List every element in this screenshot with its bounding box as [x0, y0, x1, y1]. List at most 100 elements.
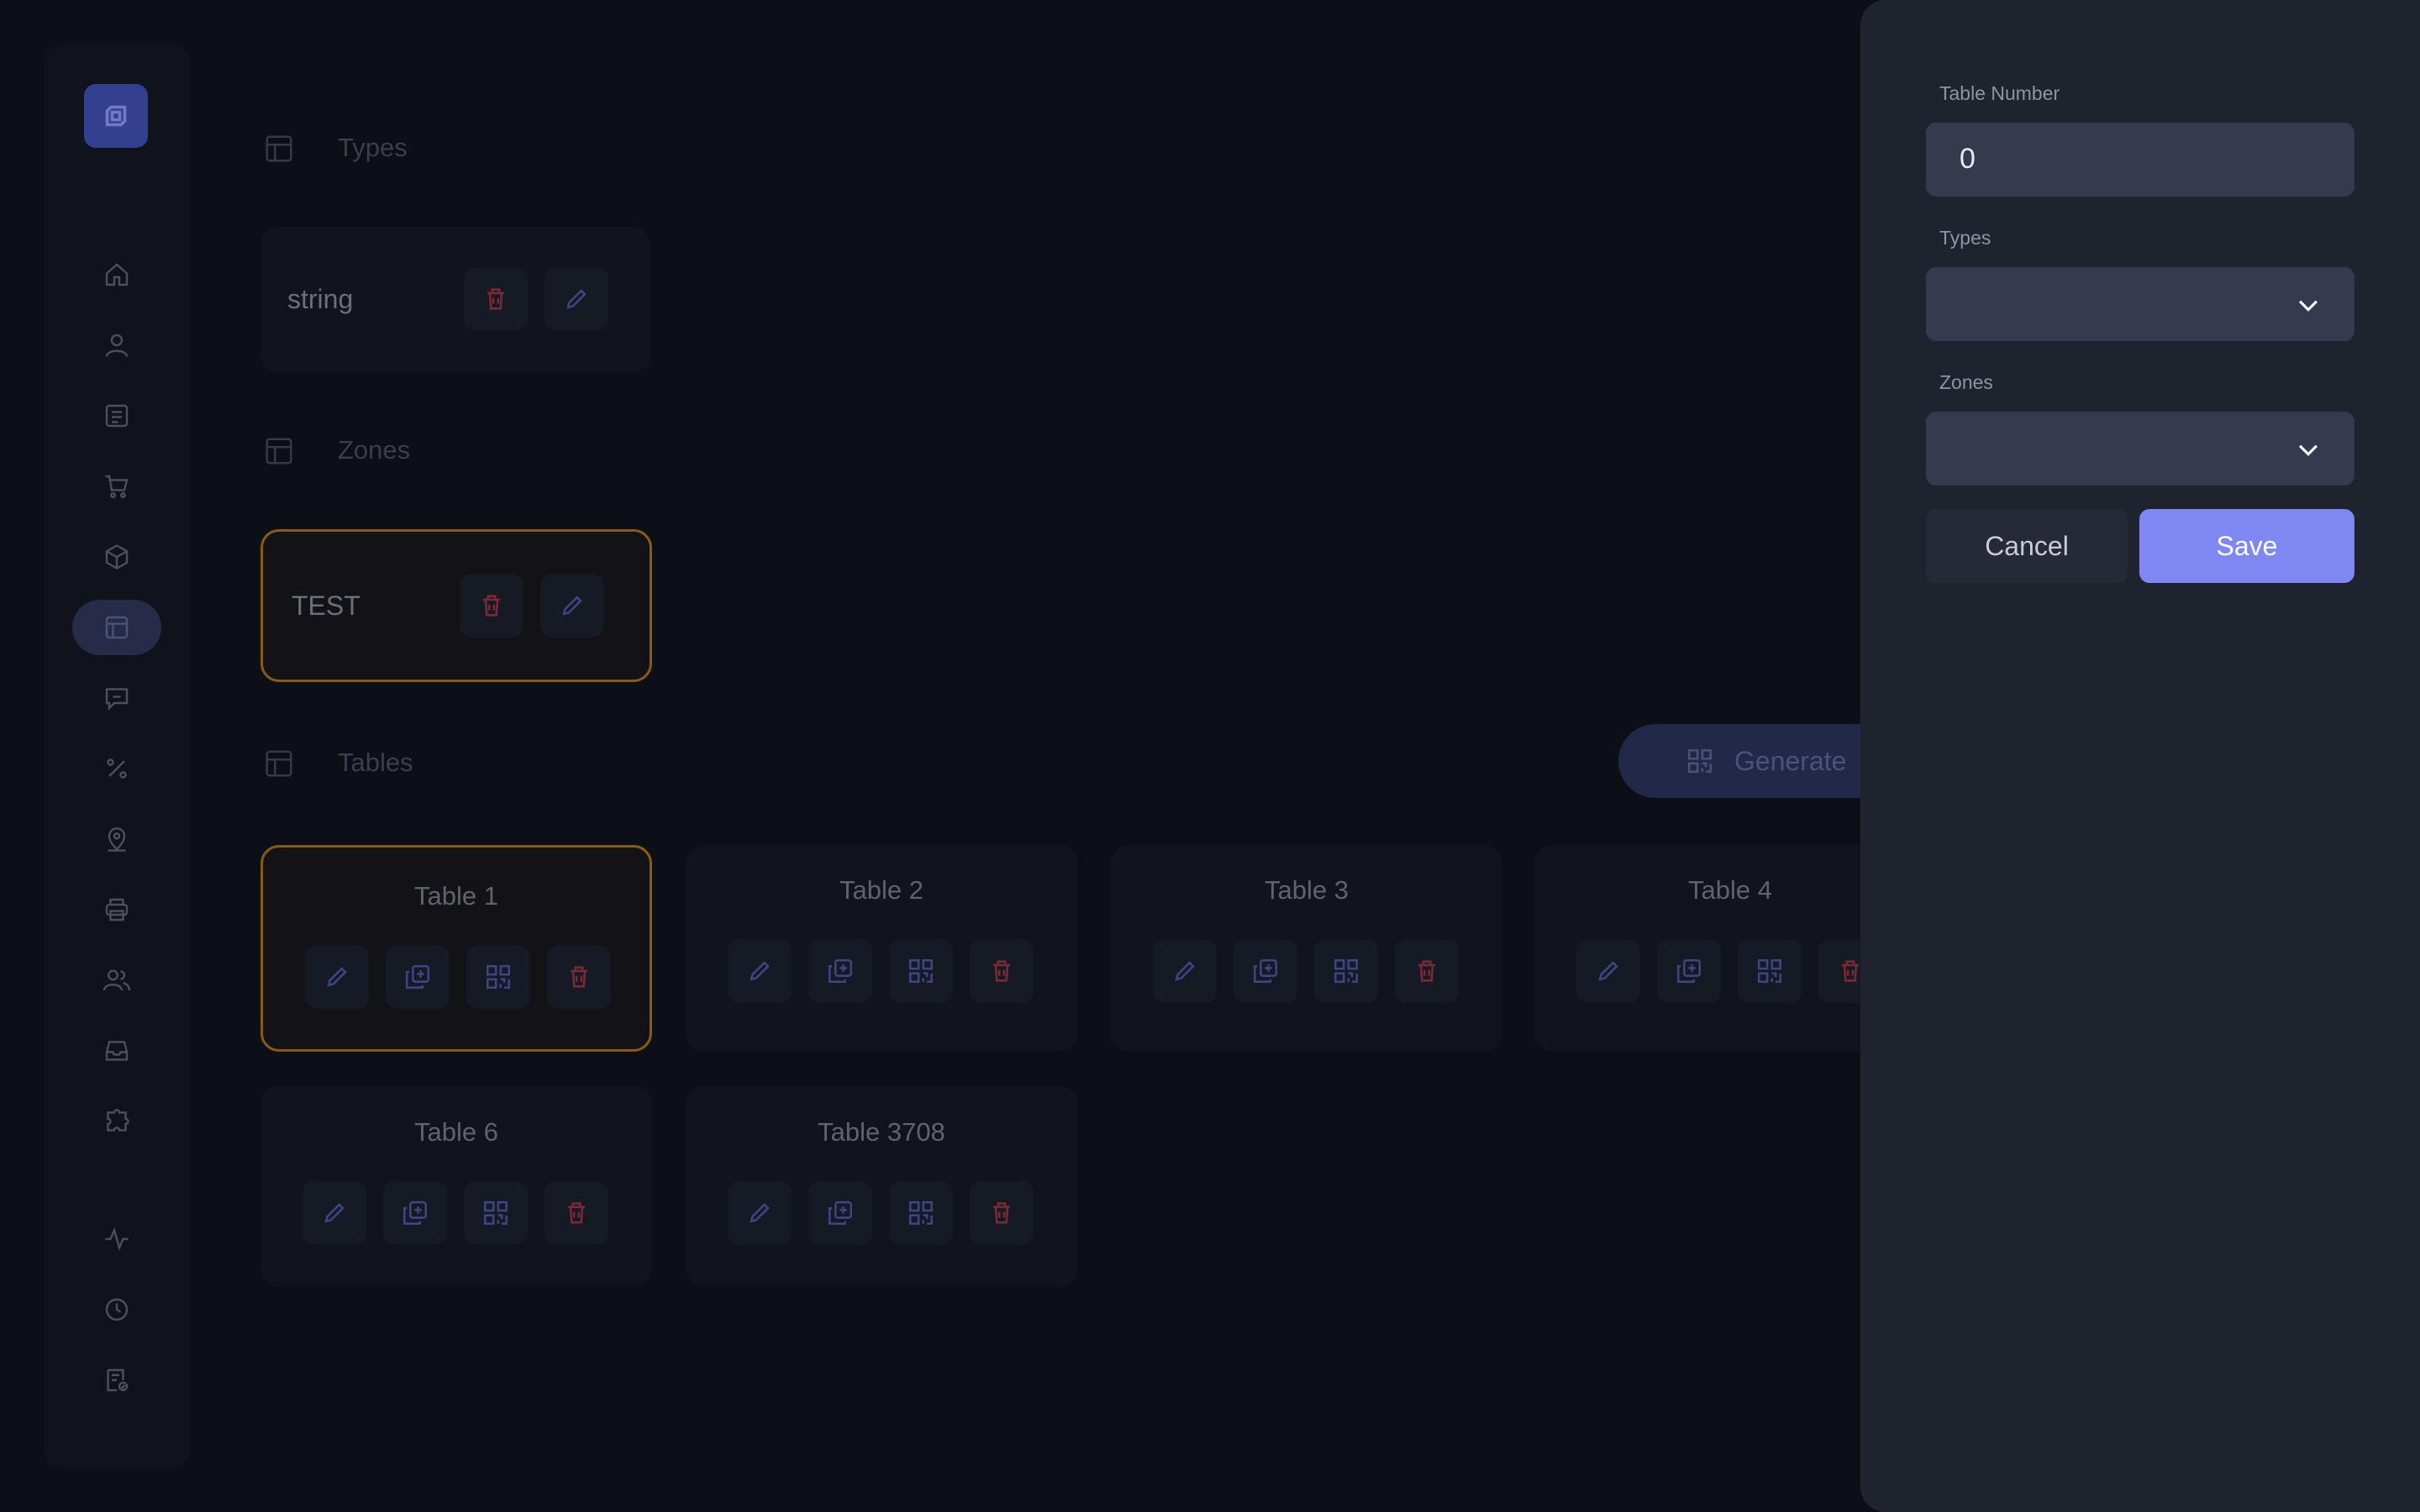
pencil-icon: [1598, 961, 1618, 981]
generate-label: Generate: [1734, 745, 1847, 776]
qr-code-icon: [483, 1200, 508, 1226]
delete-table-button[interactable]: [970, 1181, 1034, 1245]
nav-user[interactable]: [72, 318, 161, 373]
delete-table-button[interactable]: [547, 945, 611, 1009]
nav-home[interactable]: [72, 247, 161, 302]
table-name: Table 3: [1265, 875, 1349, 905]
clock-icon: [105, 1298, 129, 1321]
nav-inbox[interactable]: [72, 1023, 161, 1079]
nav-activity[interactable]: [72, 1211, 161, 1267]
copy-plus-icon: [405, 964, 430, 990]
save-button[interactable]: Save: [2139, 509, 2354, 583]
delete-type-button[interactable]: [464, 267, 528, 331]
activity-icon: [105, 1226, 129, 1252]
edit-table-button[interactable]: [1153, 939, 1217, 1003]
table-card[interactable]: Table 1: [260, 845, 652, 1052]
duplicate-table-button[interactable]: [1234, 939, 1297, 1003]
qr-table-button[interactable]: [889, 939, 953, 1003]
table-name: Table 6: [414, 1117, 498, 1147]
location-icon: [108, 827, 126, 852]
table-card[interactable]: Table 2: [686, 845, 1077, 1052]
copy-plus-icon: [402, 1200, 428, 1226]
pencil-icon: [750, 1203, 770, 1223]
nav-locations[interactable]: [72, 811, 161, 867]
nav-list[interactable]: [72, 388, 161, 444]
type-label: string: [287, 284, 354, 314]
delete-table-button[interactable]: [970, 939, 1034, 1003]
pencil-icon: [324, 1203, 345, 1223]
duplicate-table-button[interactable]: [383, 1181, 447, 1245]
chevron-down-icon: [2298, 444, 2318, 456]
nav-reports[interactable]: [72, 1352, 161, 1408]
zone-card[interactable]: TEST: [260, 529, 652, 682]
percent-icon: [107, 759, 127, 779]
duplicate-table-button[interactable]: [808, 1181, 872, 1245]
nav-cart[interactable]: [72, 459, 161, 514]
pencil-icon: [1175, 961, 1195, 981]
qr-table-button[interactable]: [464, 1181, 528, 1245]
edit-table-button[interactable]: [302, 1181, 366, 1245]
report-icon: [107, 1368, 129, 1392]
trash-icon: [487, 288, 504, 310]
users-icon: [103, 969, 131, 991]
duplicate-table-button[interactable]: [808, 939, 872, 1003]
cart-icon: [105, 475, 129, 498]
edit-table-button[interactable]: [728, 1181, 792, 1245]
pencil-icon: [566, 289, 587, 309]
qr-table-button[interactable]: [889, 1181, 953, 1245]
copy-plus-icon: [828, 1200, 853, 1226]
qr-table-button[interactable]: [1738, 939, 1802, 1003]
trash-icon: [571, 966, 587, 988]
generate-qr-button[interactable]: Generate: [1618, 724, 1870, 798]
table-card[interactable]: Table 3: [1111, 845, 1502, 1052]
logo[interactable]: [84, 84, 148, 148]
nav-printers[interactable]: [72, 882, 161, 937]
copy-plus-icon: [1253, 958, 1278, 984]
nav-discounts[interactable]: [72, 741, 161, 796]
trash-icon: [993, 960, 1010, 982]
duplicate-table-button[interactable]: [386, 945, 450, 1009]
zones-label: Zones: [1939, 371, 1993, 393]
delete-zone-button[interactable]: [460, 574, 523, 638]
nav-messages[interactable]: [72, 670, 161, 726]
table-card[interactable]: Table 3708: [686, 1085, 1077, 1287]
nav-tables[interactable]: [72, 600, 161, 655]
pencil-icon: [562, 596, 582, 616]
edit-table-button[interactable]: [1576, 939, 1640, 1003]
types-select[interactable]: [1926, 267, 2354, 341]
edit-table-button[interactable]: [305, 945, 369, 1009]
pencil-icon: [750, 961, 770, 981]
delete-table-button[interactable]: [544, 1181, 608, 1245]
puzzle-icon: [107, 1109, 129, 1131]
nav-history[interactable]: [72, 1282, 161, 1337]
types-section-title: Types: [338, 133, 408, 162]
edit-table-button[interactable]: [728, 939, 792, 1003]
table-number-input[interactable]: 0: [1926, 123, 2354, 197]
qr-table-button[interactable]: [466, 945, 530, 1009]
zones-select[interactable]: [1926, 412, 2354, 486]
list-icon: [105, 404, 129, 428]
logo-square-icon: [105, 105, 127, 127]
trash-icon: [993, 1202, 1010, 1224]
nav-box[interactable]: [72, 529, 161, 585]
inbox-icon: [105, 1041, 129, 1061]
chevron-down-icon: [2298, 300, 2318, 312]
cancel-button[interactable]: Cancel: [1926, 509, 2128, 583]
table-card[interactable]: Table 6: [260, 1085, 652, 1287]
sidebar: [44, 44, 190, 1468]
copy-plus-icon: [1676, 958, 1702, 984]
duplicate-table-button[interactable]: [1657, 939, 1721, 1003]
edit-table-drawer: Table Number 0 Types Zones Cancel Save: [1860, 0, 2420, 1512]
qr-table-button[interactable]: [1314, 939, 1378, 1003]
edit-zone-button[interactable]: [540, 574, 604, 638]
nav-integrations[interactable]: [72, 1094, 161, 1149]
pencil-icon: [327, 967, 347, 987]
trash-icon: [1418, 960, 1435, 982]
nav-users[interactable]: [72, 953, 161, 1008]
edit-type-button[interactable]: [544, 267, 608, 331]
table-name: Table 1: [414, 881, 498, 911]
delete-table-button[interactable]: [1395, 939, 1459, 1003]
qr-code-icon: [486, 964, 511, 990]
table-icon: [266, 438, 292, 465]
table-icon: [266, 135, 292, 162]
